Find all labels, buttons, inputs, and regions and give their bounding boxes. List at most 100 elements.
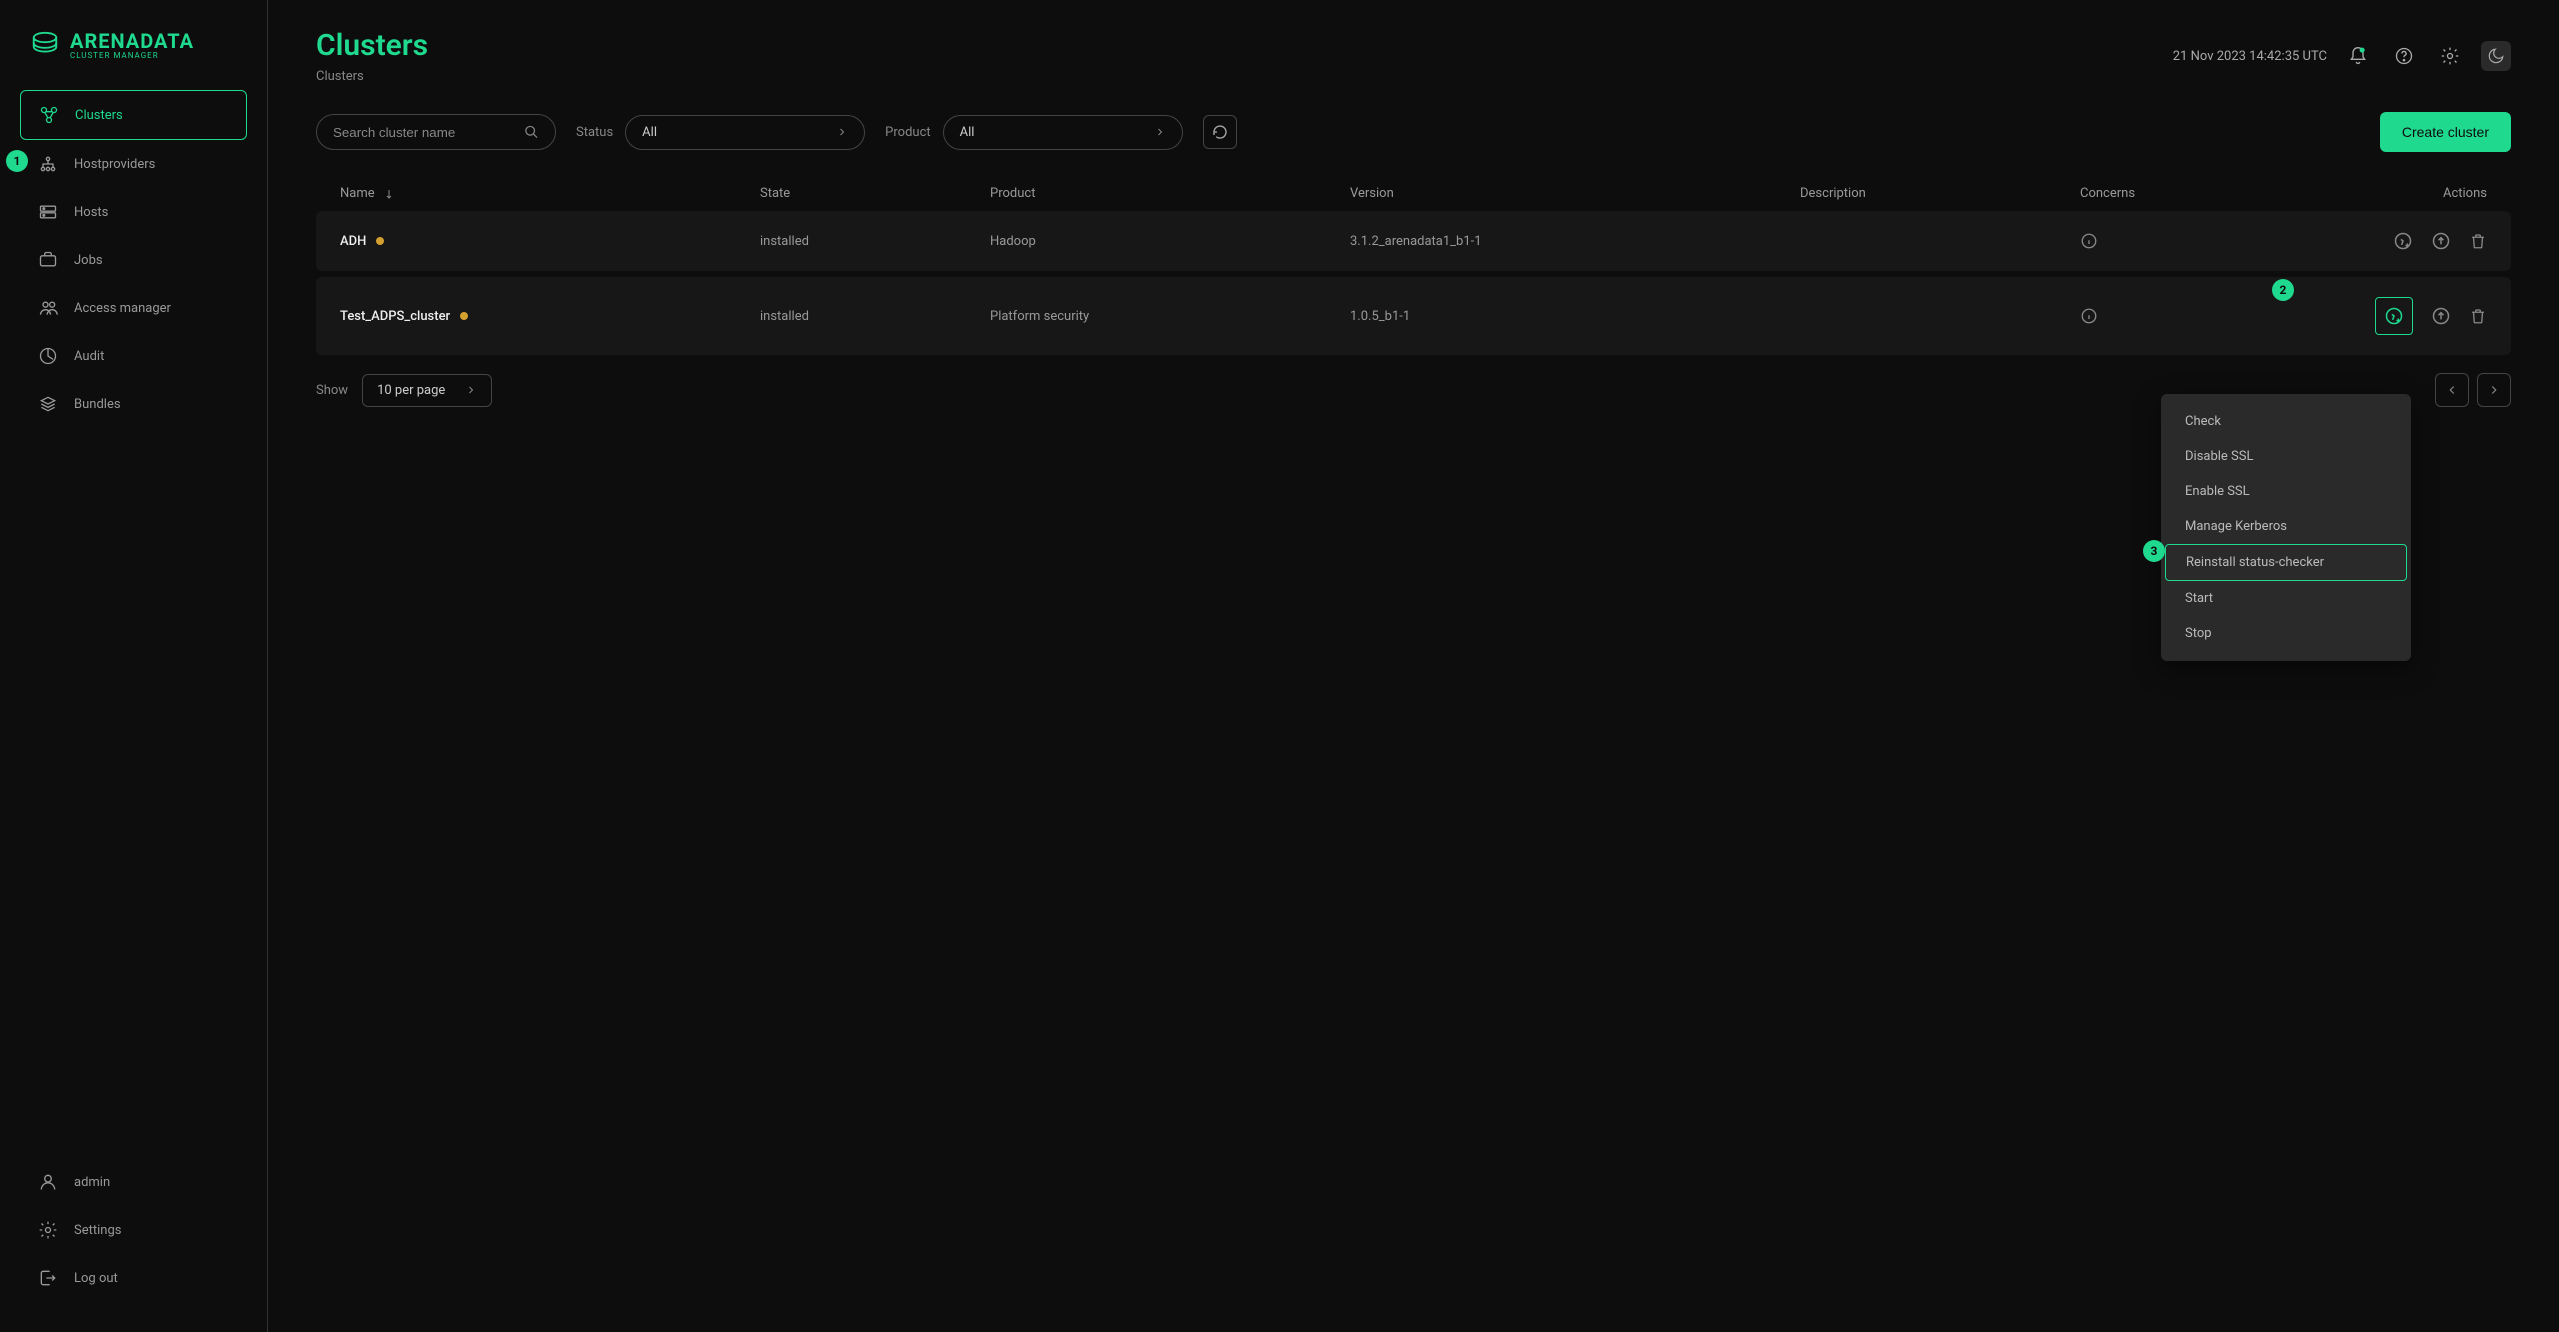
table-header: Name State Product Version Description C… bbox=[316, 176, 2511, 211]
help-icon bbox=[2394, 46, 2414, 66]
info-icon bbox=[2080, 232, 2098, 250]
gear-icon bbox=[2440, 46, 2460, 66]
table-row[interactable]: ADH installed Hadoop 3.1.2_arenadata1_b1… bbox=[316, 211, 2511, 271]
sidebar-item-label: Log out bbox=[74, 1271, 118, 1286]
cluster-name[interactable]: Test_ADPS_cluster bbox=[340, 309, 450, 324]
row-delete-button[interactable] bbox=[2469, 232, 2487, 250]
pager-show-label: Show bbox=[316, 383, 348, 398]
row-delete-button[interactable] bbox=[2469, 307, 2487, 325]
action-menu-item-enable-ssl[interactable]: Enable SSL bbox=[2161, 474, 2411, 509]
col-header-name[interactable]: Name bbox=[340, 186, 375, 201]
trash-icon bbox=[2469, 232, 2487, 250]
bell-icon bbox=[2348, 46, 2368, 66]
sidebar-item-label: Hosts bbox=[74, 205, 108, 220]
sort-desc-icon bbox=[383, 188, 395, 200]
sidebar-item-settings[interactable]: Settings bbox=[20, 1206, 247, 1254]
logout-icon bbox=[38, 1268, 58, 1288]
row-upgrade-button[interactable] bbox=[2431, 306, 2451, 326]
cluster-name[interactable]: ADH bbox=[340, 234, 366, 249]
action-menu-item-start[interactable]: Start bbox=[2161, 581, 2411, 616]
settings-button[interactable] bbox=[2435, 41, 2465, 71]
row-actions-button[interactable] bbox=[2393, 231, 2413, 251]
col-header-version: Version bbox=[1350, 186, 1800, 201]
action-menu-item-check[interactable]: Check bbox=[2161, 404, 2411, 439]
sidebar-item-admin[interactable]: admin bbox=[20, 1158, 247, 1206]
breadcrumb: Clusters bbox=[316, 69, 428, 84]
per-page-select[interactable]: 10 per page bbox=[362, 374, 492, 407]
theme-toggle-button[interactable] bbox=[2481, 41, 2511, 71]
trash-icon bbox=[2469, 307, 2487, 325]
product-filter-label: Product bbox=[885, 125, 930, 140]
sidebar-item-bundles[interactable]: Bundles bbox=[20, 380, 247, 428]
chevron-left-icon bbox=[2445, 383, 2459, 397]
concern-info-button[interactable] bbox=[2080, 232, 2098, 250]
cluster-product: Platform security bbox=[990, 309, 1350, 324]
cluster-state: installed bbox=[760, 309, 990, 324]
per-page-value: 10 per page bbox=[377, 383, 445, 398]
action-menu-item-manage-kerberos[interactable]: Manage Kerberos bbox=[2161, 509, 2411, 544]
sidebar-item-jobs[interactable]: Jobs bbox=[20, 236, 247, 284]
sidebar-item-audit[interactable]: Audit bbox=[20, 332, 247, 380]
concern-info-button[interactable] bbox=[2080, 307, 2098, 325]
actions-icon bbox=[2384, 306, 2404, 326]
action-menu-item-disable-ssl[interactable]: Disable SSL bbox=[2161, 439, 2411, 474]
brand-logo: ARENADATA CLUSTER MANAGER bbox=[0, 20, 267, 90]
sidebar-item-label: Hostproviders bbox=[74, 157, 155, 172]
pager-prev-button[interactable] bbox=[2435, 373, 2469, 407]
arenadata-logo-icon bbox=[30, 30, 60, 60]
sidebar-item-hostproviders[interactable]: Hostproviders bbox=[20, 140, 247, 188]
bundles-icon bbox=[38, 394, 58, 414]
upgrade-icon bbox=[2431, 231, 2451, 251]
search-input-field[interactable] bbox=[333, 125, 524, 140]
col-header-product: Product bbox=[990, 186, 1350, 201]
table-row[interactable]: Test_ADPS_cluster installed Platform sec… bbox=[316, 277, 2511, 355]
callout-2: 2 bbox=[2272, 279, 2294, 301]
actions-icon bbox=[2393, 231, 2413, 251]
sidebar-item-hosts[interactable]: Hosts bbox=[20, 188, 247, 236]
pager-next-button[interactable] bbox=[2477, 373, 2511, 407]
status-dot-icon bbox=[376, 237, 384, 245]
hostproviders-icon bbox=[38, 154, 58, 174]
cluster-version: 1.0.5_b1-1 bbox=[1350, 309, 1800, 324]
header-datetime: 21 Nov 2023 14:42:35 UTC bbox=[2173, 49, 2327, 64]
cluster-version: 3.1.2_arenadata1_b1-1 bbox=[1350, 234, 1800, 249]
sidebar-item-label: Audit bbox=[74, 349, 104, 364]
jobs-icon bbox=[38, 250, 58, 270]
sidebar-item-access-manager[interactable]: Access manager bbox=[20, 284, 247, 332]
col-header-description: Description bbox=[1800, 186, 2080, 201]
sidebar-item-logout[interactable]: Log out bbox=[20, 1254, 247, 1302]
audit-icon bbox=[38, 346, 58, 366]
status-filter-value: All bbox=[642, 125, 657, 140]
info-icon bbox=[2080, 307, 2098, 325]
product-filter-select[interactable]: All bbox=[943, 115, 1183, 150]
hosts-icon bbox=[38, 202, 58, 222]
user-icon bbox=[38, 1172, 58, 1192]
callout-3: 3 bbox=[2143, 540, 2165, 562]
col-header-concerns: Concerns bbox=[2080, 186, 2290, 201]
chevron-right-icon bbox=[2487, 383, 2501, 397]
brand-name: ARENADATA bbox=[70, 31, 194, 51]
row-upgrade-button[interactable] bbox=[2431, 231, 2451, 251]
sidebar-item-label: Clusters bbox=[75, 108, 123, 123]
refresh-icon bbox=[1211, 123, 1229, 141]
row-actions-button[interactable] bbox=[2375, 297, 2413, 335]
page-title: Clusters bbox=[316, 28, 428, 63]
action-menu-item-stop[interactable]: Stop bbox=[2161, 616, 2411, 651]
product-filter-value: All bbox=[960, 125, 975, 140]
status-filter-select[interactable]: All bbox=[625, 115, 865, 150]
gear-icon bbox=[38, 1220, 58, 1240]
sidebar-item-label: Jobs bbox=[74, 253, 103, 268]
chevron-right-icon bbox=[465, 384, 477, 396]
help-button[interactable] bbox=[2389, 41, 2419, 71]
search-input[interactable] bbox=[316, 114, 556, 150]
notifications-button[interactable] bbox=[2343, 41, 2373, 71]
search-icon bbox=[524, 124, 539, 140]
callout-1: 1 bbox=[6, 150, 28, 172]
refresh-button[interactable] bbox=[1203, 115, 1237, 149]
sidebar-item-clusters[interactable]: Clusters bbox=[20, 90, 247, 140]
action-menu-item-reinstall-status-checker[interactable]: Reinstall status-checker bbox=[2165, 544, 2407, 581]
cluster-product: Hadoop bbox=[990, 234, 1350, 249]
chevron-right-icon bbox=[1154, 126, 1166, 138]
create-cluster-button[interactable]: Create cluster bbox=[2380, 112, 2511, 152]
chevron-right-icon bbox=[836, 126, 848, 138]
